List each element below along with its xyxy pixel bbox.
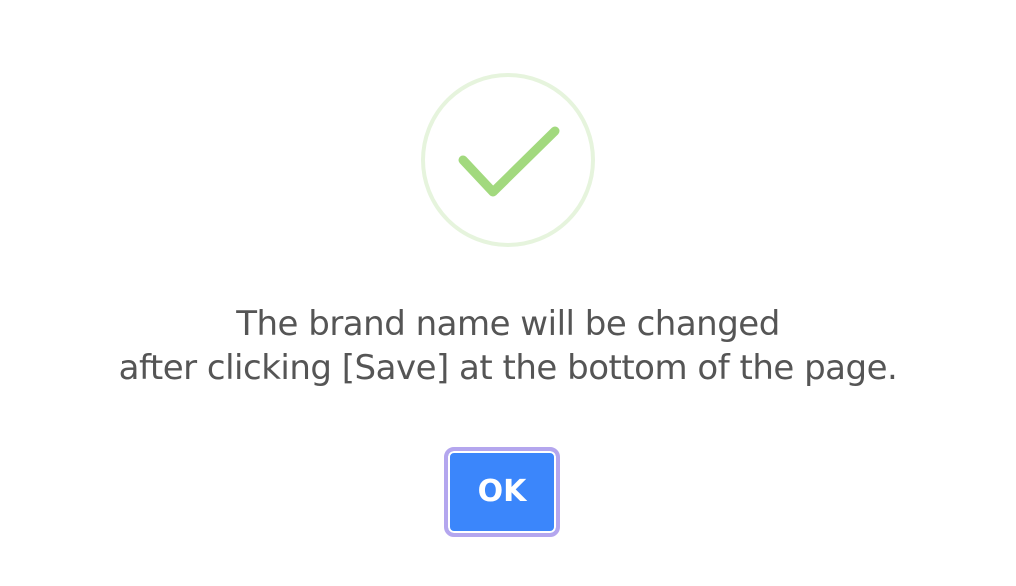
dialog-message-line-2: after clicking [Save] at the bottom of t…: [118, 348, 898, 388]
dialog-message-line-1: The brand name will be changed: [236, 304, 780, 344]
ok-button[interactable]: OK: [444, 447, 560, 537]
success-dialog: The brand name will be changed after cli…: [0, 0, 1016, 586]
dialog-message: The brand name will be changed after cli…: [0, 302, 1016, 390]
success-checkmark-icon: [418, 72, 598, 252]
